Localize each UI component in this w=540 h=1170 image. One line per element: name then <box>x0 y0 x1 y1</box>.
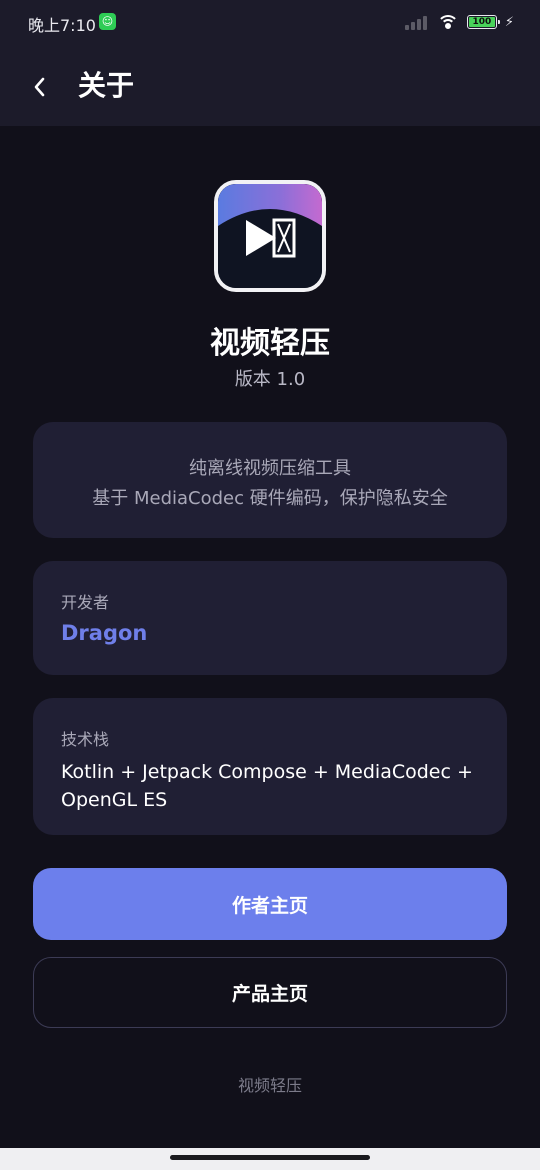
tech-stack-line-1: Kotlin + Jetpack Compose + MediaCodec + <box>61 761 473 783</box>
status-time: 晚上7:10 <box>28 16 96 35</box>
status-bar: 晚上7:10 ☺ 100 ⚡ <box>0 0 540 44</box>
tech-stack-line-2: OpenGL ES <box>61 789 168 811</box>
charging-icon: ⚡ <box>504 14 514 30</box>
app-notification-icon: ☺ <box>99 13 116 30</box>
developer-name: Dragon <box>61 621 148 645</box>
app-name: 视频轻压 <box>210 326 330 361</box>
wifi-icon <box>436 14 459 30</box>
description-card: 纯离线视频压缩工具 基于 MediaCodec 硬件编码，保护隐私安全 <box>33 422 507 538</box>
developer-label: 开发者 <box>61 593 110 612</box>
gesture-bar <box>0 1148 540 1170</box>
status-icons: 100 ⚡ <box>404 12 514 32</box>
battery-icon: 100 <box>466 15 500 29</box>
footer-text: 视频轻压 <box>237 1076 302 1095</box>
author-home-button[interactable]: 作者主页 <box>33 868 507 940</box>
tech-stack-card: 技术栈 Kotlin + Jetpack Compose + MediaCode… <box>33 698 507 835</box>
page-title: 关于 <box>78 69 135 102</box>
app-logo-icon <box>214 180 326 292</box>
product-home-button[interactable]: 产品主页 <box>33 957 507 1028</box>
signal-icon <box>404 14 429 30</box>
home-indicator[interactable] <box>170 1155 370 1160</box>
tech-stack-value: Kotlin + Jetpack Compose + MediaCodec + … <box>61 758 479 814</box>
about-screen: 晚上7:10 ☺ 100 ⚡ 关于 视频轻压 版本 1.0 纯离线视频压缩工具 … <box>0 0 540 1170</box>
tech-stack-label: 技术栈 <box>61 730 110 749</box>
app-version: 版本 1.0 <box>234 369 306 390</box>
description-line-1: 纯离线视频压缩工具 <box>189 458 351 479</box>
developer-card: 开发者 Dragon <box>33 561 507 675</box>
chevron-left-icon <box>34 77 45 97</box>
back-button[interactable] <box>22 68 56 106</box>
battery-level: 100 <box>472 17 492 27</box>
top-bar: 晚上7:10 ☺ 100 ⚡ 关于 <box>0 0 540 126</box>
description-line-2: 基于 MediaCodec 硬件编码，保护隐私安全 <box>92 488 448 509</box>
